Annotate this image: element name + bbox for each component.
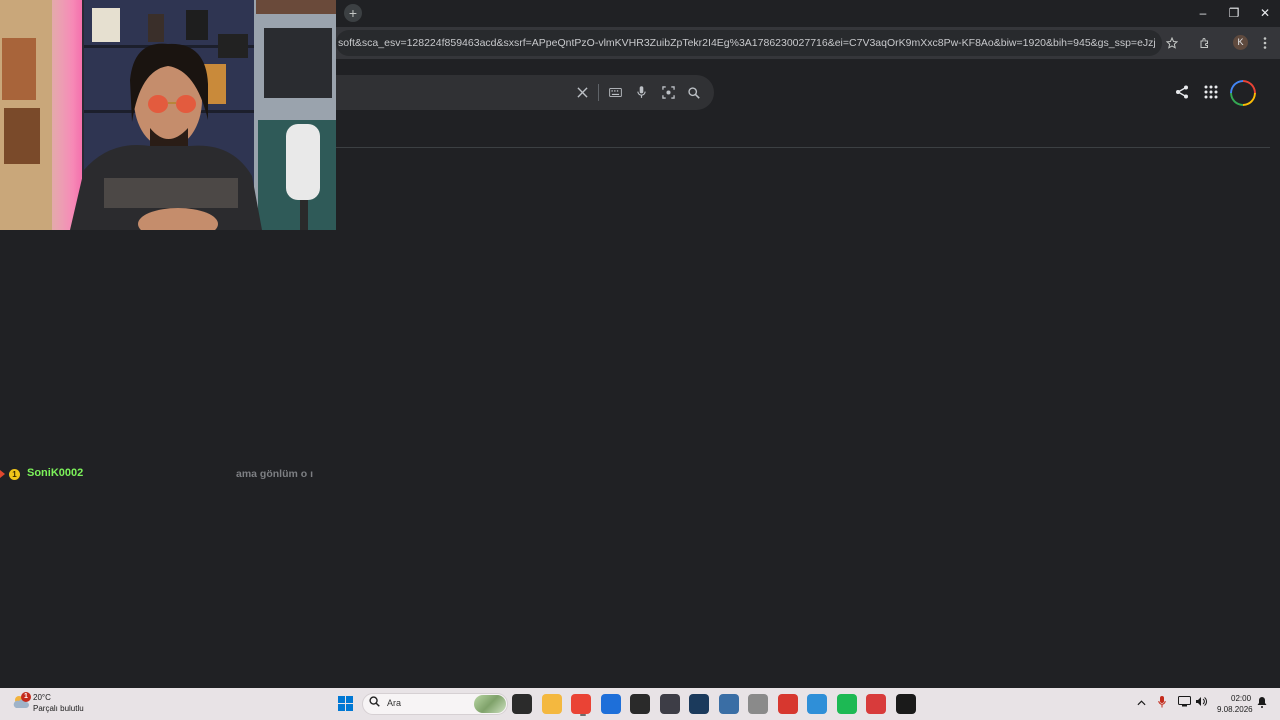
- microphone-icon[interactable]: [1158, 696, 1166, 711]
- google-apps-icon[interactable]: [1201, 82, 1221, 102]
- search-highlight-image[interactable]: [474, 695, 506, 713]
- chat-pointer-icon: [0, 470, 5, 478]
- spotify-icon[interactable]: [837, 694, 857, 714]
- active-app-indicator: [580, 714, 586, 716]
- discord-icon[interactable]: [660, 694, 680, 714]
- pen-tool-icon[interactable]: [866, 694, 886, 714]
- chat-badge-icon: 1: [9, 469, 20, 480]
- chrome-icon[interactable]: [571, 694, 591, 714]
- google-account-avatar[interactable]: [1233, 83, 1253, 103]
- show-hidden-icons-icon[interactable]: [1137, 696, 1146, 709]
- weather-temperature[interactable]: 20°C: [33, 693, 51, 702]
- address-bar-url[interactable]: soft&sca_esv=128224f859463acd&sxsrf=APpe…: [336, 30, 1156, 56]
- usb-drive-icon[interactable]: [748, 694, 768, 714]
- volume-icon[interactable]: [1195, 696, 1207, 710]
- voice-search-icon[interactable]: [632, 75, 650, 110]
- weather-alert-badge: 1: [21, 692, 31, 702]
- calculator-icon[interactable]: [719, 694, 739, 714]
- network-icon[interactable]: [1178, 696, 1191, 710]
- mail-icon[interactable]: [601, 694, 621, 714]
- extensions-icon[interactable]: [1192, 27, 1218, 59]
- webcam-overlay: [0, 0, 336, 230]
- profile-avatar[interactable]: K: [1233, 35, 1248, 50]
- bookmark-star-icon[interactable]: [1159, 27, 1185, 59]
- notepad-icon[interactable]: [807, 694, 827, 714]
- search-icon[interactable]: [684, 75, 704, 110]
- chrome-menu-icon[interactable]: [1252, 27, 1278, 59]
- obs-icon[interactable]: [630, 694, 650, 714]
- snipping-tool-icon[interactable]: [778, 694, 798, 714]
- taskbar-search-icon[interactable]: [369, 696, 380, 710]
- clear-search-icon[interactable]: [572, 75, 592, 110]
- webcam-feed-image: [0, 0, 336, 230]
- keyboard-icon[interactable]: [604, 75, 626, 110]
- weather-condition[interactable]: Parçalı bulutlu: [33, 704, 84, 713]
- steam-icon[interactable]: [689, 694, 709, 714]
- notification-bell-icon[interactable]: [1257, 696, 1267, 711]
- share-icon[interactable]: [1172, 82, 1192, 102]
- task-view-icon[interactable]: [512, 694, 532, 714]
- search-box-separator: [598, 84, 599, 101]
- maximize-button[interactable]: ❐: [1218, 0, 1250, 27]
- file-explorer-icon[interactable]: [542, 694, 562, 714]
- clock-date[interactable]: 9.08.2026: [1217, 705, 1253, 714]
- chat-message: ama gönlüm o ı: [236, 468, 314, 480]
- chat-username: SoniK0002: [27, 467, 84, 479]
- lens-search-icon[interactable]: [658, 75, 678, 110]
- streamlabs-icon[interactable]: [896, 694, 916, 714]
- screen: + – ❐ ✕ soft&sca_esv=128224f859463acd&sx…: [0, 0, 1280, 720]
- close-window-button[interactable]: ✕: [1249, 0, 1280, 27]
- taskbar-search-label[interactable]: Ara: [387, 698, 401, 708]
- minimize-button[interactable]: –: [1187, 0, 1219, 27]
- address-bar[interactable]: soft&sca_esv=128224f859463acd&sxsrf=APpe…: [336, 30, 1162, 56]
- clock-time[interactable]: 02:00: [1231, 694, 1251, 703]
- results-divider: [336, 147, 1270, 148]
- google-search-box[interactable]: [320, 75, 714, 110]
- new-tab-button[interactable]: +: [344, 4, 362, 22]
- windows-start-icon[interactable]: [338, 696, 354, 712]
